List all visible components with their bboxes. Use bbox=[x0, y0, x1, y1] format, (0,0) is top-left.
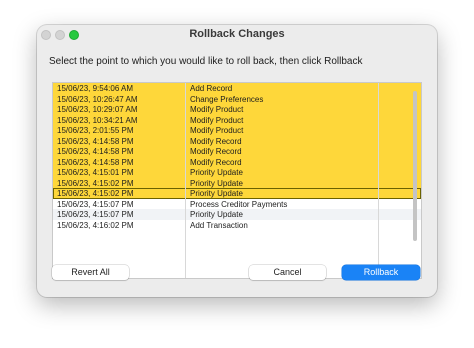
column-divider bbox=[185, 83, 186, 278]
list-row[interactable]: 15/06/23, 4:14:58 PM Modify Record bbox=[53, 156, 421, 167]
row-action: Add Transaction bbox=[190, 220, 248, 230]
row-timestamp: 15/06/23, 4:15:07 PM bbox=[57, 210, 134, 219]
row-timestamp: 15/06/23, 4:15:02 PM bbox=[57, 178, 134, 188]
row-action: Priority Update bbox=[190, 168, 243, 177]
row-action: Process Creditor Payments bbox=[190, 199, 288, 209]
list-row[interactable]: 15/06/23, 4:15:07 PM Process Creditor Pay… bbox=[53, 199, 421, 210]
list-row[interactable]: 15/06/23, 4:16:02 PM Add Transaction bbox=[53, 220, 421, 231]
row-timestamp: 15/06/23, 4:15:07 PM bbox=[57, 199, 134, 209]
row-action: Modify Product bbox=[190, 126, 244, 135]
row-action: Priority Update bbox=[190, 189, 243, 198]
row-action: Priority Update bbox=[190, 178, 243, 188]
list-scrollbar[interactable] bbox=[413, 91, 417, 241]
instruction-text: Select the point to which you would like… bbox=[49, 56, 363, 67]
row-action: Add Record bbox=[190, 84, 233, 93]
list-row[interactable]: 15/06/23, 4:15:02 PM Priority Update bbox=[53, 177, 421, 188]
title-bar: Rollback Changes bbox=[37, 25, 437, 45]
row-timestamp: 15/06/23, 4:15:02 PM bbox=[57, 189, 134, 198]
row-action: Modify Record bbox=[190, 147, 242, 156]
row-timestamp: 15/06/23, 10:26:47 AM bbox=[57, 94, 138, 104]
rollback-button[interactable]: Rollback bbox=[342, 265, 420, 280]
list-row[interactable]: 15/06/23, 4:15:01 PM Priority Update bbox=[53, 167, 421, 178]
row-timestamp: 15/06/23, 10:29:07 AM bbox=[57, 105, 138, 114]
row-timestamp: 15/06/23, 10:34:21 AM bbox=[57, 115, 138, 125]
row-action: Modify Product bbox=[190, 115, 244, 125]
row-action: Priority Update bbox=[190, 210, 243, 219]
list-row[interactable]: 15/06/23, 10:29:07 AM Modify Product bbox=[53, 104, 421, 115]
window-title: Rollback Changes bbox=[189, 28, 285, 40]
list-row[interactable]: 15/06/23, 4:14:58 PM Modify Record bbox=[53, 146, 421, 157]
list-row[interactable]: 15/06/23, 10:26:47 AM Change Preferences bbox=[53, 93, 421, 104]
row-action: Modify Record bbox=[190, 157, 242, 167]
column-divider bbox=[378, 83, 379, 278]
row-action: Change Preferences bbox=[190, 94, 264, 104]
row-timestamp: 15/06/23, 4:14:58 PM bbox=[57, 157, 134, 167]
list-row[interactable]: 15/06/23, 2:01:55 PM Modify Product bbox=[53, 125, 421, 136]
row-timestamp: 15/06/23, 4:15:01 PM bbox=[57, 168, 134, 177]
list-row[interactable]: 15/06/23, 10:34:21 AM Modify Product bbox=[53, 114, 421, 125]
cancel-button[interactable]: Cancel bbox=[249, 265, 326, 280]
row-timestamp: 15/06/23, 4:14:58 PM bbox=[57, 147, 134, 156]
revert-all-button[interactable]: Revert All bbox=[52, 265, 129, 280]
list-row[interactable]: 15/06/23, 4:14:58 PM Modify Record bbox=[53, 135, 421, 146]
row-timestamp: 15/06/23, 2:01:55 PM bbox=[57, 126, 134, 135]
rollback-list[interactable]: 15/06/23, 9:54:06 AM Add Record 15/06/23, … bbox=[52, 82, 422, 279]
list-row[interactable]: 15/06/23, 9:54:06 AM Add Record bbox=[53, 83, 421, 94]
rollback-rows: 15/06/23, 9:54:06 AM Add Record 15/06/23, … bbox=[53, 83, 421, 230]
row-action: Modify Record bbox=[190, 136, 242, 146]
rollback-dialog: Rollback Changes Select the point to whi… bbox=[37, 25, 437, 297]
list-row[interactable]: 15/06/23, 4:15:07 PM Priority Update bbox=[53, 209, 421, 220]
row-timestamp: 15/06/23, 4:14:58 PM bbox=[57, 136, 134, 146]
row-timestamp: 15/06/23, 9:54:06 AM bbox=[57, 84, 134, 93]
row-action: Modify Product bbox=[190, 105, 244, 114]
row-timestamp: 15/06/23, 4:16:02 PM bbox=[57, 220, 134, 230]
list-row[interactable]: 15/06/23, 4:15:02 PM Priority Update bbox=[53, 188, 421, 199]
